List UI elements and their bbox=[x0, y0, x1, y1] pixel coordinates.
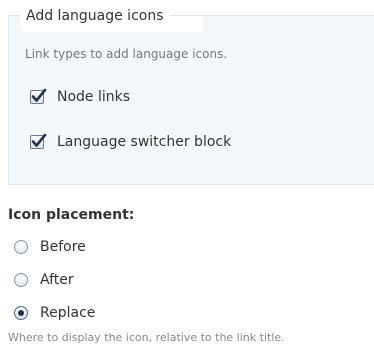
checkmark-icon bbox=[31, 133, 47, 147]
radio-label: After bbox=[40, 272, 74, 288]
radio-after[interactable]: After bbox=[14, 270, 74, 290]
radio-replace[interactable]: Replace bbox=[14, 303, 95, 323]
checkbox-label: Language switcher block bbox=[57, 134, 232, 150]
radio-label: Before bbox=[40, 239, 86, 255]
checkmark-icon bbox=[31, 88, 47, 102]
icon-placement-help: Where to display the icon, relative to t… bbox=[8, 331, 285, 344]
language-icons-settings: Add language icons Link types to add lan… bbox=[0, 0, 374, 349]
checkbox-label: Node links bbox=[57, 89, 131, 105]
radio-button-selected[interactable] bbox=[14, 306, 28, 320]
checkbox[interactable] bbox=[30, 133, 47, 149]
radio-button[interactable] bbox=[14, 273, 28, 287]
icon-placement-title: Icon placement: bbox=[8, 207, 135, 223]
radio-button[interactable] bbox=[14, 240, 28, 254]
radio-before[interactable]: Before bbox=[14, 237, 86, 257]
radio-label: Replace bbox=[40, 305, 96, 321]
fieldset-legend: Add language icons bbox=[20, 6, 170, 26]
checkbox[interactable] bbox=[30, 88, 47, 104]
fieldset-description: Link types to add language icons. bbox=[25, 47, 228, 61]
checkbox-language-switcher-block[interactable]: Language switcher block bbox=[30, 132, 231, 152]
checkbox-node-links[interactable]: Node links bbox=[30, 87, 130, 107]
